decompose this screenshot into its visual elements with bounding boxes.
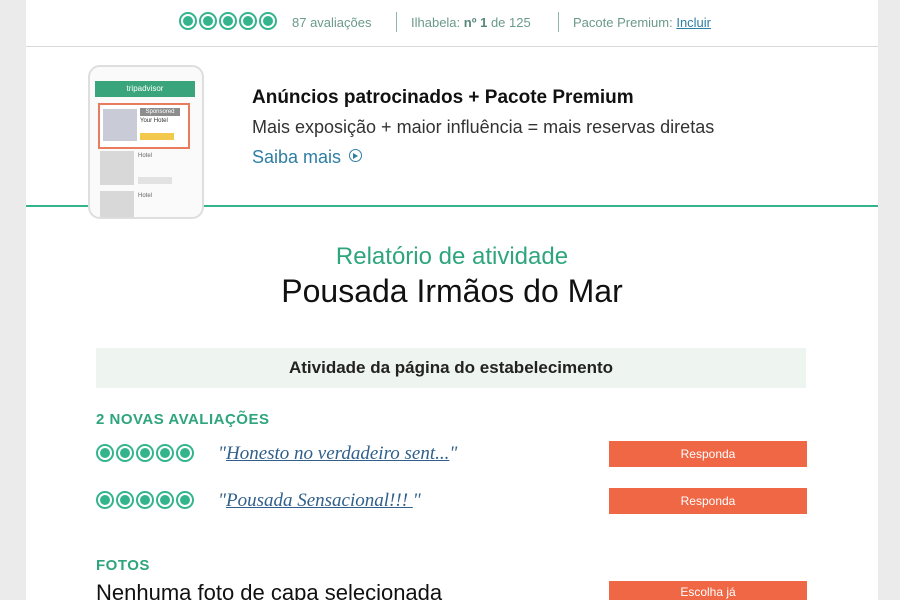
rating-bubble-icon [116, 444, 134, 462]
rating-bubble-icon [156, 491, 174, 509]
rating-bubbles [179, 12, 277, 30]
photos-heading: FOTOS [96, 557, 150, 574]
rating-bubble-icon [136, 444, 154, 462]
phone-list-label: Hotel [138, 153, 153, 159]
rating-bubble-icon [136, 491, 154, 509]
respond-button[interactable]: Responda [609, 441, 807, 467]
photos-status: Nenhuma foto de capa selecionada [96, 580, 443, 600]
review-title-link[interactable]: Pousada Sensacional!!! [226, 490, 413, 511]
property-name: Pousada Irmãos do Mar [281, 273, 623, 309]
promo-banner: tripadvisor Sponsored Your Hotel Hotel H… [26, 47, 878, 219]
promo-headline: Anúncios patrocinados + Pacote Premium [252, 87, 634, 108]
review-title: "Pousada Sensacional!!! " [218, 490, 421, 511]
rating-bubble-icon [219, 12, 237, 30]
phone-hotel-name: Your Hotel [140, 118, 168, 124]
ranking-suffix: de 125 [490, 15, 531, 30]
respond-button[interactable]: Responda [609, 488, 807, 514]
phone-list-bar [138, 217, 172, 219]
ranking-value: nº 1 [463, 15, 488, 30]
divider [396, 12, 397, 32]
rating-bubble-icon [199, 12, 217, 30]
phone-list-thumb [100, 151, 134, 185]
ranking: Ilhabela: nº 1 de 125 [411, 15, 531, 30]
phone-brand: tripadvisor [95, 81, 195, 97]
premium-include-link[interactable]: Incluir [676, 15, 711, 30]
ranking-prefix: Ilhabela: [411, 15, 461, 30]
arrow-circle-icon [349, 149, 363, 162]
review-title-link[interactable]: Honesto no verdadeiro sent... [226, 443, 449, 464]
rating-bubble-icon [176, 491, 194, 509]
rating-bubble-icon [96, 491, 114, 509]
review-rating [96, 444, 194, 462]
choose-photo-button[interactable]: Escolha já [609, 581, 807, 600]
learn-more-link[interactable]: Saiba mais [252, 147, 363, 168]
rating-bubble-icon [96, 444, 114, 462]
reviews-heading: 2 NOVAS AVALIAÇÕES [96, 411, 270, 428]
rating-bubble-icon [179, 12, 197, 30]
phone-list-row: Hotel [98, 191, 194, 219]
promo-subline: Mais exposição + maior influência = mais… [252, 117, 715, 137]
phone-sponsored-tag: Sponsored [140, 108, 180, 116]
review-item: "Honesto no verdadeiro sent..." Responda [96, 440, 807, 468]
phone-list-label: Hotel [138, 193, 153, 199]
phone-illustration: tripadvisor Sponsored Your Hotel Hotel H… [88, 65, 204, 219]
phone-sponsored-listing: Sponsored Your Hotel [98, 103, 190, 149]
phone-list-bar [138, 177, 172, 184]
rating-bubble-icon [176, 444, 194, 462]
stats-bar: 87 avaliações Ilhabela: nº 1 de 125 Paco… [26, 0, 878, 47]
phone-hotel-image [103, 109, 137, 141]
phone-cta-bar [140, 133, 174, 140]
learn-more-label: Saiba mais [252, 147, 342, 167]
email-card: 87 avaliações Ilhabela: nº 1 de 125 Paco… [26, 0, 878, 600]
review-item: "Pousada Sensacional!!! " Responda [96, 487, 807, 515]
report-label: Relatório de atividade [335, 243, 569, 270]
rating-bubble-icon [156, 444, 174, 462]
divider [558, 12, 559, 32]
rating-bubble-icon [259, 12, 277, 30]
premium-label: Pacote Premium: [573, 15, 673, 30]
review-title: "Honesto no verdadeiro sent..." [218, 443, 458, 464]
rating-bubble-icon [239, 12, 257, 30]
review-rating [96, 491, 194, 509]
rating-bubble-icon [116, 491, 134, 509]
section-title: Atividade da página do estabelecimento [96, 348, 806, 388]
premium-package: Pacote Premium: Incluir [573, 15, 711, 30]
phone-list-row: Hotel [98, 151, 194, 187]
phone-list-thumb [100, 191, 134, 217]
reviews-count: 87 avaliações [292, 15, 372, 30]
